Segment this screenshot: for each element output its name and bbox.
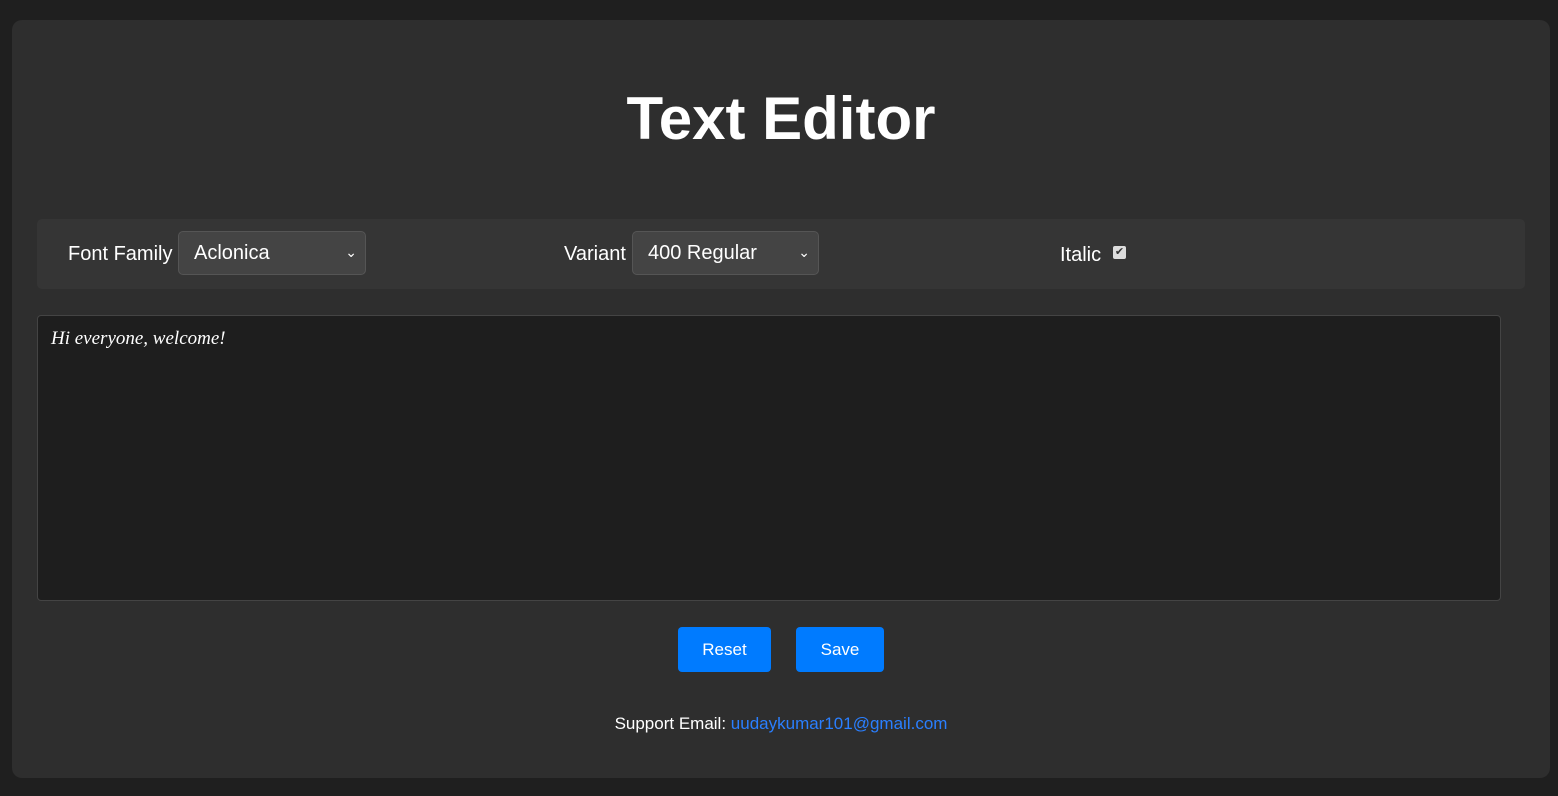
italic-label: Italic xyxy=(1060,244,1102,266)
font-family-select[interactable]: Aclonica ⌄ xyxy=(178,231,366,275)
support-email-label: Support Email: xyxy=(614,714,727,733)
variant-select[interactable]: 400 Regular ⌄ xyxy=(632,231,819,275)
chevron-down-icon: ⌄ xyxy=(798,244,810,260)
chevron-down-icon: ⌄ xyxy=(345,244,357,260)
text-area[interactable]: Hi everyone, welcome! xyxy=(37,315,1501,601)
support-email-link[interactable]: uudaykumar101@gmail.com xyxy=(731,714,948,733)
font-family-label: Font Family xyxy=(68,243,173,265)
variant-value: 400 Regular xyxy=(648,242,757,264)
variant-label: Variant xyxy=(564,243,626,265)
toolbar: Font Family Aclonica ⌄ Variant 400 Regul… xyxy=(37,219,1525,289)
font-family-value: Aclonica xyxy=(194,242,270,264)
footer: Support Email: uudaykumar101@gmail.com xyxy=(12,714,1550,734)
page-title: Text Editor xyxy=(626,85,936,152)
save-button[interactable]: Save xyxy=(796,627,884,672)
italic-checkbox[interactable]: ✔ xyxy=(1113,246,1126,259)
editor-card: Text Editor Font Family Aclonica ⌄ Varia… xyxy=(12,20,1550,778)
reset-button[interactable]: Reset xyxy=(678,627,771,672)
